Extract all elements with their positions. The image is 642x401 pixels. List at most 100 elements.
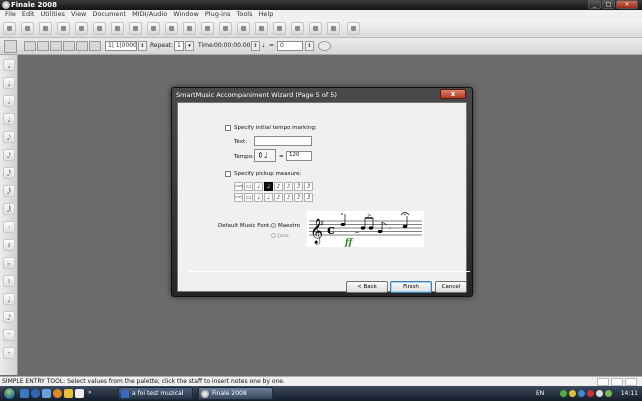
selection-tool-icon[interactable] (3, 22, 16, 35)
key-signature-tool-icon[interactable] (39, 22, 52, 35)
palette-eraser-icon[interactable]: 𝅘𝅥 (3, 77, 15, 89)
menu-utilities[interactable]: Utilities (37, 10, 67, 19)
taskbar-clock[interactable]: 14:11 (621, 390, 638, 397)
page-layout-tool-icon[interactable] (327, 22, 340, 35)
tray-power-icon[interactable] (605, 390, 612, 397)
palette-flat-icon[interactable]: ♮ (3, 275, 15, 287)
pickup-dur-r2-0[interactable]: ▭ (244, 193, 253, 202)
hyperscribe-tool-icon[interactable] (147, 22, 160, 35)
simple-entry-tool-icon[interactable] (111, 22, 124, 35)
palette-whole-note-icon[interactable]: 𝅗𝅥 (3, 95, 15, 107)
palette-128th-note-icon[interactable]: · (3, 221, 15, 233)
pickup-dur-r1-6[interactable]: 𝅘𝅥𝅱 (304, 182, 313, 191)
dialog-close-button[interactable]: x (440, 89, 466, 99)
pause-icon[interactable] (63, 41, 75, 51)
lyrics-tool-icon[interactable] (273, 22, 286, 35)
tuplet-tool-icon[interactable] (165, 22, 178, 35)
minimize-button[interactable]: _ (588, 0, 601, 9)
palette-quarter-note-icon[interactable]: 𝅘𝅥𝅮 (3, 131, 15, 143)
speedy-entry-tool-icon[interactable] (129, 22, 142, 35)
measure-spinner[interactable]: ⇕ (138, 41, 147, 51)
tray-bluetooth-icon[interactable] (578, 390, 585, 397)
pickup-measure-checkbox[interactable] (225, 171, 231, 177)
document-icon[interactable] (75, 389, 84, 398)
palette-select-icon[interactable]: 𝅘𝅥 (3, 59, 15, 71)
jazz-radio[interactable] (271, 233, 276, 238)
finish-button[interactable]: Finish (390, 281, 432, 293)
menu-file[interactable]: File (2, 10, 19, 19)
pickup-dur-r1-2[interactable]: ♩ (264, 182, 273, 191)
palette-half-note-icon[interactable]: 𝅘𝅥 (3, 113, 15, 125)
tempo-note-spinner[interactable]: ⇕ (251, 41, 260, 51)
resize-tool-icon[interactable] (309, 22, 322, 35)
taskbar-item-word-doc[interactable]: a foi test muzical (118, 387, 193, 400)
menu-help[interactable]: Help (256, 10, 277, 19)
palette-tie-icon[interactable]: ♪ (3, 311, 15, 323)
staff-tool-icon[interactable] (21, 22, 34, 35)
smart-shape-tool-icon[interactable] (183, 22, 196, 35)
articulation-tool-icon[interactable] (201, 22, 214, 35)
chord-tool-icon[interactable] (255, 22, 268, 35)
time-signature-tool-icon[interactable] (57, 22, 70, 35)
cancel-button[interactable]: Cancel (435, 281, 467, 293)
menu-document[interactable]: Document (89, 10, 129, 19)
tray-antivirus-icon[interactable] (587, 390, 594, 397)
tempo-spinner[interactable]: ⇕ (305, 41, 314, 51)
maximize-button[interactable]: □ (602, 0, 615, 9)
measure-counter[interactable]: 1| 1|0000 (105, 41, 137, 51)
tray-messenger-icon[interactable] (569, 390, 576, 397)
rewind-start-icon[interactable] (24, 41, 36, 51)
clef-tool-icon[interactable] (75, 22, 88, 35)
palette-dot-icon[interactable]: ♯ (3, 239, 15, 251)
menu-tools[interactable]: Tools (233, 10, 255, 19)
windows-explorer-icon[interactable] (42, 389, 51, 398)
menu-window[interactable]: Window (170, 10, 202, 19)
firefox-icon[interactable] (53, 389, 62, 398)
volume-icon[interactable] (318, 41, 331, 51)
tray-volume-icon[interactable] (596, 390, 603, 397)
menu-edit[interactable]: Edit (19, 10, 38, 19)
zoom-tool-icon[interactable] (347, 22, 360, 35)
pickup-dur-r1-3[interactable]: ♪ (274, 182, 283, 191)
fast-forward-icon[interactable] (89, 41, 101, 51)
taskbar-item-finale[interactable]: Finale 2008 (198, 387, 273, 400)
pickup-dur-r2-2[interactable]: ♩ (264, 193, 273, 202)
back-button[interactable]: < Back (346, 281, 388, 293)
pickup-dur-r1-1[interactable]: 𝅗𝅥 (254, 182, 263, 191)
show-desktop-icon[interactable] (20, 389, 29, 398)
repeat-input[interactable]: 1 (174, 41, 184, 51)
palette-64th-note-icon[interactable]: 𝅘𝅥𝅲 (3, 203, 15, 215)
measure-tool-icon[interactable] (93, 22, 106, 35)
playback-settings-icon[interactable] (4, 40, 17, 53)
palette-eighth-note-icon[interactable]: 𝅘𝅥𝅯 (3, 149, 15, 161)
text-tool-icon[interactable] (291, 22, 304, 35)
menu-midi-audio[interactable]: MIDI/Audio (129, 10, 170, 19)
pickup-dur-r1-5[interactable]: 𝅘𝅥𝅰 (294, 182, 303, 191)
tempo-text-input[interactable] (254, 136, 312, 146)
palette-natural-icon[interactable]: ♩ (3, 293, 15, 305)
repeat-dropdown[interactable]: ▾ (185, 41, 194, 51)
tray-network-icon[interactable] (560, 390, 567, 397)
palette-32nd-note-icon[interactable]: 𝅘𝅥𝅱 (3, 185, 15, 197)
pickup-dur-r2-3[interactable]: ♪ (274, 193, 283, 202)
language-indicator[interactable]: EN (536, 390, 544, 397)
tempo-marking-checkbox[interactable] (225, 125, 231, 131)
pickup-dur-r2-4[interactable]: 𝅘𝅥𝅯 (284, 193, 293, 202)
maestro-radio[interactable] (271, 223, 276, 228)
pickup-dur-r1-0[interactable]: ▭ (244, 182, 253, 191)
pickup-dur-r2-1[interactable]: 𝅗𝅥 (254, 193, 263, 202)
palette-sixteenth-note-icon[interactable]: 𝅘𝅥𝅰 (3, 167, 15, 179)
quick-launch-overflow-icon[interactable]: » (88, 389, 92, 396)
pickup-dur-r1-4[interactable]: 𝅘𝅥𝅯 (284, 182, 293, 191)
palette-rest-icon[interactable]: 𝄻 (3, 329, 15, 341)
internet-explorer-icon[interactable] (31, 389, 40, 398)
tempo-note-selector[interactable]: ⇕♩ (254, 149, 276, 162)
record-icon[interactable] (76, 41, 88, 51)
play-icon[interactable] (50, 41, 62, 51)
rewind-icon[interactable] (37, 41, 49, 51)
pickup-dur-r2-5[interactable]: 𝅘𝅥𝅰 (294, 193, 303, 202)
tempo-input[interactable]: 0 (277, 41, 303, 51)
close-button[interactable]: × (616, 0, 638, 9)
pickup-dur-r2-6[interactable]: 𝅘𝅥𝅱 (304, 193, 313, 202)
repeat-tool-icon[interactable] (237, 22, 250, 35)
